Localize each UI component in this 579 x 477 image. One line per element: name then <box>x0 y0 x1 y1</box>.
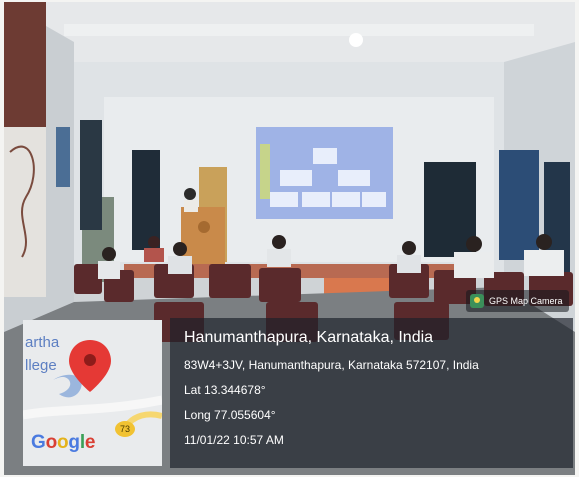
curtain-right-2 <box>499 150 539 260</box>
longitude: Long 77.055604° <box>184 408 276 422</box>
location-title: Hanumanthapura, Karnataka, India <box>184 329 434 346</box>
map-label-line2: llege <box>25 357 57 374</box>
photo-frame: GPS Map Camera artha llege Google 73 Han… <box>4 2 575 475</box>
curtain-left-2 <box>132 150 160 250</box>
gps-camera-icon <box>470 294 484 308</box>
map-thumbnail: artha llege Google 73 <box>23 320 162 466</box>
latitude: Lat 13.344678° <box>184 383 266 397</box>
map-label-line1: artha <box>25 334 60 351</box>
address-line: 83W4+3JV, Hanumanthapura, Karnataka 5721… <box>184 358 479 372</box>
google-logo: Google <box>31 432 96 453</box>
curtain-left-1 <box>80 120 102 230</box>
left-wall-banner <box>4 2 46 127</box>
route-number-badge: 73 <box>115 421 135 437</box>
ceiling-light <box>349 33 363 47</box>
gps-map-camera-badge: GPS Map Camera <box>466 290 569 312</box>
gps-badge-label: GPS Map Camera <box>489 296 563 306</box>
timestamp: 11/01/22 10:57 AM <box>184 433 284 447</box>
speaker <box>184 188 196 200</box>
